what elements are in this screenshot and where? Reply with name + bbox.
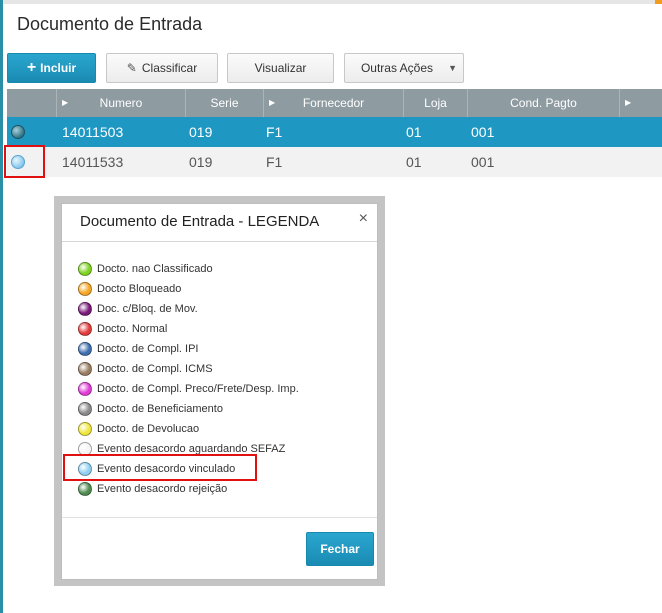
- grid-header-cond-pagto[interactable]: Cond. Pagto: [468, 89, 620, 117]
- top-edge: [0, 0, 662, 4]
- status-dot-icon: [78, 482, 92, 496]
- cell-loja: 01: [406, 154, 422, 170]
- legend-item: Docto Bloqueado: [77, 279, 299, 299]
- legend-item: Docto. Normal: [77, 319, 299, 339]
- legend-item-label: Evento desacordo rejeição: [97, 483, 228, 495]
- status-dot-icon: [78, 302, 92, 316]
- legend-item-label: Docto. de Compl. IPI: [97, 343, 199, 355]
- cell-serie: 019: [189, 124, 213, 140]
- grid-header-numero-label: Numero: [99, 96, 143, 110]
- cell-fornecedor: F1: [266, 124, 283, 140]
- status-dot-icon: [78, 342, 92, 356]
- legend-item: Docto. de Compl. IPI: [77, 339, 299, 359]
- legend-item-label: Docto. de Compl. ICMS: [97, 363, 213, 375]
- cell-serie: 019: [189, 154, 213, 170]
- column-expand-icon: ▶: [269, 98, 276, 107]
- top-edge-corner: [655, 0, 662, 4]
- grid-header-loja-label: Loja: [424, 96, 447, 110]
- table-row[interactable]: 14011533 019 F1 01 001: [7, 147, 662, 177]
- legend-item-label: Doc. c/Bloq. de Mov.: [97, 303, 198, 315]
- grid-header-numero[interactable]: ▶ Numero: [57, 89, 186, 117]
- legend-item: Evento desacordo rejeição: [77, 479, 299, 499]
- legend-item-label: Docto Bloqueado: [97, 283, 182, 295]
- legend-item: Doc. c/Bloq. de Mov.: [77, 299, 299, 319]
- fechar-button[interactable]: Fechar: [306, 532, 374, 566]
- column-expand-icon: ▶: [62, 98, 69, 107]
- grid-header: ▶ Numero Serie ▶ Fornecedor Loja Cond. P…: [7, 89, 662, 117]
- legend-item: Docto. nao Classificado: [77, 259, 299, 279]
- incluir-button[interactable]: + Incluir: [7, 53, 96, 83]
- cell-cond-pagto: 001: [471, 154, 495, 170]
- grid-header-fornecedor-label: Fornecedor: [302, 96, 365, 110]
- table-row[interactable]: 14011503 019 F1 01 001: [7, 117, 662, 147]
- legend-item-label: Docto. de Devolucao: [97, 423, 200, 435]
- cell-numero: 14011503: [62, 124, 124, 140]
- status-dot-icon: [78, 382, 92, 396]
- classificar-label: Classificar: [141, 61, 198, 75]
- legend-dialog: Documento de Entrada - LEGENDA × Docto. …: [61, 203, 378, 580]
- page-title: Documento de Entrada: [17, 14, 203, 34]
- grid-header-serie[interactable]: Serie: [186, 89, 264, 117]
- status-dot-icon: [78, 402, 92, 416]
- highlight-box-row-icon: [4, 145, 45, 178]
- cell-loja: 01: [406, 124, 422, 140]
- status-dot-icon: [78, 282, 92, 296]
- status-dot-icon: [78, 262, 92, 276]
- visualizar-label: Visualizar: [254, 61, 307, 75]
- classificar-button[interactable]: ✎ Classificar: [106, 53, 218, 83]
- legend-item-label: Docto. Normal: [97, 323, 168, 335]
- legend-item-label: Docto. de Compl. Preco/Frete/Desp. Imp.: [97, 383, 299, 395]
- column-expand-icon: ▶: [625, 98, 632, 107]
- highlight-box-legend-item: [63, 454, 257, 481]
- legend-item: Docto. de Compl. ICMS: [77, 359, 299, 379]
- visualizar-button[interactable]: Visualizar: [227, 53, 334, 83]
- legend-item: Docto. de Beneficiamento: [77, 399, 299, 419]
- outras-acoes-label: Outras Ações: [360, 61, 434, 75]
- outras-acoes-button[interactable]: Outras Ações ▼: [344, 53, 464, 83]
- status-dot-icon[interactable]: [11, 125, 25, 139]
- status-dot-icon: [78, 322, 92, 336]
- dialog-header: Documento de Entrada - LEGENDA ×: [62, 204, 377, 242]
- grid-header-status: [7, 89, 57, 117]
- grid-header-more[interactable]: ▶: [620, 89, 662, 117]
- cell-numero: 14011533: [62, 154, 124, 170]
- grid-header-serie-label: Serie: [210, 96, 239, 110]
- status-dot-icon: [78, 362, 92, 376]
- left-edge: [0, 0, 3, 613]
- grid-header-cond-pagto-label: Cond. Pagto: [510, 96, 577, 110]
- incluir-label: Incluir: [40, 61, 77, 75]
- grid-header-loja[interactable]: Loja: [404, 89, 468, 117]
- legend-item-label: Docto. nao Classificado: [97, 263, 213, 275]
- grid-header-fornecedor[interactable]: ▶ Fornecedor: [264, 89, 404, 117]
- legend-item: Docto. de Compl. Preco/Frete/Desp. Imp.: [77, 379, 299, 399]
- pencil-icon: ✎: [126, 61, 137, 75]
- legend-item-label: Docto. de Beneficiamento: [97, 403, 223, 415]
- close-icon[interactable]: ×: [359, 210, 368, 228]
- dialog-footer-divider: [62, 517, 377, 518]
- cell-fornecedor: F1: [266, 154, 283, 170]
- plus-icon: +: [26, 59, 37, 76]
- status-dot-icon: [78, 422, 92, 436]
- chevron-down-icon: ▼: [448, 63, 457, 73]
- legend-item: Docto. de Devolucao: [77, 419, 299, 439]
- cell-cond-pagto: 001: [471, 124, 495, 140]
- dialog-title: Documento de Entrada - LEGENDA: [80, 213, 320, 230]
